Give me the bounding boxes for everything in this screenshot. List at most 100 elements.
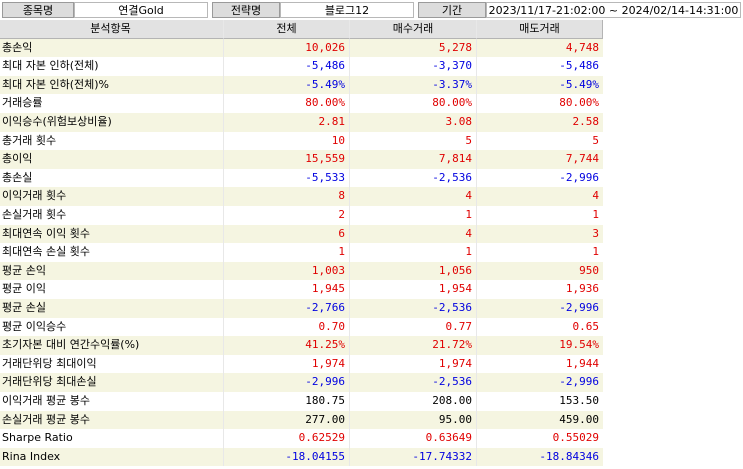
row-label: 이익거래 횟수 (0, 187, 224, 206)
header-buy[interactable]: 매수거래 (350, 20, 477, 39)
table-row[interactable]: 총손익 10,026 5,278 4,748 (0, 38, 603, 58)
table-row[interactable]: 손실거래 평균 봉수 277.00 95.00 459.00 (0, 410, 603, 430)
value-total: -2,996 (224, 373, 350, 392)
table-row[interactable]: 평균 이익승수 0.70 0.77 0.65 (0, 317, 603, 337)
header-sell[interactable]: 매도거래 (477, 20, 603, 39)
value-sell: 950 (477, 261, 603, 281)
row-label: 평균 이익승수 (0, 317, 224, 337)
header-item[interactable]: 분석항목 (0, 20, 224, 39)
value-sell: 1,944 (477, 354, 603, 374)
table-row[interactable]: 평균 이익 1,945 1,954 1,936 (0, 280, 603, 299)
row-label: Sharpe Ratio (0, 429, 224, 448)
value-buy: 1 (350, 206, 477, 225)
strategy-value[interactable]: 블로그12 (280, 2, 414, 18)
table-row[interactable]: 평균 손익 1,003 1,056 950 (0, 261, 603, 281)
value-total: 2.81 (224, 113, 350, 132)
table-row[interactable]: 이익승수(위험보상비율) 2.81 3.08 2.58 (0, 113, 603, 132)
value-sell: 19.54% (477, 336, 603, 355)
table-row[interactable]: 최대연속 손실 횟수 1 1 1 (0, 243, 603, 262)
value-total: 1 (224, 243, 350, 262)
value-buy: 4 (350, 187, 477, 206)
value-sell: 0.55029 (477, 429, 603, 448)
table-row[interactable]: 평균 손실 -2,766 -2,536 -2,996 (0, 299, 603, 318)
table-row[interactable]: 이익거래 평균 봉수 180.75 208.00 153.50 (0, 392, 603, 411)
row-label: 평균 손실 (0, 299, 224, 318)
table-row[interactable]: Sharpe Ratio 0.62529 0.63649 0.55029 (0, 429, 603, 448)
value-total: -18.04155 (224, 447, 350, 467)
table-row[interactable]: 이익거래 횟수 8 4 4 (0, 187, 603, 206)
item-value[interactable]: 연결Gold (74, 2, 208, 18)
value-total: 41.25% (224, 336, 350, 355)
value-total: 0.62529 (224, 429, 350, 448)
value-total: -5,533 (224, 168, 350, 188)
row-label: 평균 손익 (0, 261, 224, 281)
row-label: 초기자본 대비 연간수익률(%) (0, 336, 224, 355)
row-label: 거래단위당 최대손실 (0, 373, 224, 392)
value-total: 0.70 (224, 317, 350, 337)
row-label: 최대연속 이익 횟수 (0, 224, 224, 244)
value-total: 1,003 (224, 261, 350, 281)
value-sell: 153.50 (477, 392, 603, 411)
value-buy: 0.77 (350, 317, 477, 337)
value-buy: 1,974 (350, 354, 477, 374)
value-total: 10,026 (224, 38, 350, 58)
value-buy: 80.00% (350, 94, 477, 113)
value-sell: 4,748 (477, 38, 603, 58)
value-buy: 21.72% (350, 336, 477, 355)
value-total: 1,974 (224, 354, 350, 374)
value-buy: -3,370 (350, 57, 477, 76)
table-row[interactable]: 총이익 15,559 7,814 7,744 (0, 150, 603, 169)
table-row[interactable]: 최대 자본 인하(전체) -5,486 -3,370 -5,486 (0, 57, 603, 76)
value-sell: 4 (477, 187, 603, 206)
row-label: 거래단위당 최대이익 (0, 354, 224, 374)
table-row[interactable]: 거래승률 80.00% 80.00% 80.00% (0, 94, 603, 113)
table-row[interactable]: 거래단위당 최대손실 -2,996 -2,536 -2,996 (0, 373, 603, 392)
value-total: -5.49% (224, 75, 350, 95)
value-buy: 208.00 (350, 392, 477, 411)
value-sell: 1 (477, 206, 603, 225)
table-row[interactable]: 거래단위당 최대이익 1,974 1,974 1,944 (0, 354, 603, 374)
row-label: 총거래 횟수 (0, 131, 224, 151)
item-label: 종목명 (2, 2, 74, 18)
value-buy: 7,814 (350, 150, 477, 169)
value-total: 1,945 (224, 280, 350, 299)
table-row[interactable]: 초기자본 대비 연간수익률(%) 41.25% 21.72% 19.54% (0, 336, 603, 355)
header-total[interactable]: 전체 (224, 20, 350, 39)
table-row[interactable]: 총거래 횟수 10 5 5 (0, 131, 603, 151)
table-row[interactable]: Rina Index -18.04155 -17.74332 -18.84346 (0, 447, 603, 467)
value-total: 80.00% (224, 94, 350, 113)
value-buy: -17.74332 (350, 447, 477, 467)
value-sell: 1 (477, 243, 603, 262)
value-sell: -2,996 (477, 373, 603, 392)
value-total: 8 (224, 187, 350, 206)
table-row[interactable]: 최대연속 이익 횟수 6 4 3 (0, 224, 603, 244)
value-sell: -2,996 (477, 168, 603, 188)
row-label: 손실거래 횟수 (0, 206, 224, 225)
info-bar: 종목명 연결Gold 전략명 블로그12 기간 2023/11/17-21:02… (0, 0, 743, 20)
table-row[interactable]: 최대 자본 인하(전체)% -5.49% -3.37% -5.49% (0, 75, 603, 95)
value-buy: 3.08 (350, 113, 477, 132)
value-sell: 2.58 (477, 113, 603, 132)
value-buy: 5 (350, 131, 477, 151)
row-label: 최대 자본 인하(전체)% (0, 75, 224, 95)
row-label: 이익승수(위험보상비율) (0, 113, 224, 132)
table-header: 분석항목 전체 매수거래 매도거래 (0, 20, 603, 39)
value-buy: 95.00 (350, 410, 477, 430)
strategy-label: 전략명 (212, 2, 280, 18)
value-sell: 5 (477, 131, 603, 151)
value-sell: -5,486 (477, 57, 603, 76)
period-value[interactable]: 2023/11/17-21:02:00 ~ 2024/02/14-14:31:0… (486, 2, 741, 18)
value-buy: 5,278 (350, 38, 477, 58)
row-label: 거래승률 (0, 94, 224, 113)
table-row[interactable]: 총손실 -5,533 -2,536 -2,996 (0, 168, 603, 188)
table-row[interactable]: 손실거래 횟수 2 1 1 (0, 206, 603, 225)
row-label: 이익거래 평균 봉수 (0, 392, 224, 411)
value-sell: -18.84346 (477, 447, 603, 467)
period-label: 기간 (418, 2, 486, 18)
row-label: 손실거래 평균 봉수 (0, 410, 224, 430)
value-total: 10 (224, 131, 350, 151)
value-sell: -5.49% (477, 75, 603, 95)
value-sell: 1,936 (477, 280, 603, 299)
row-label: 최대연속 손실 횟수 (0, 243, 224, 262)
row-label: 총손익 (0, 38, 224, 58)
